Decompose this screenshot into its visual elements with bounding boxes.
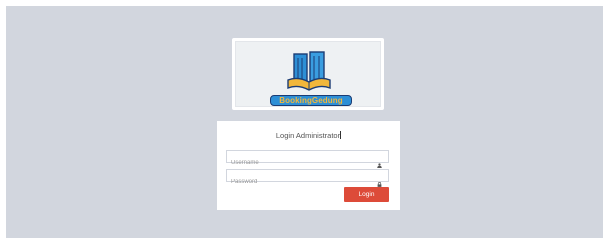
logo-frame: BookingGedung [235, 41, 381, 107]
login-button[interactable]: Login [344, 187, 389, 202]
password-input[interactable] [227, 176, 388, 188]
text-cursor [340, 131, 342, 139]
user-icon [377, 163, 382, 168]
password-field[interactable] [226, 169, 389, 188]
logo-card: BookingGedung [232, 38, 384, 110]
username-field[interactable] [226, 150, 389, 169]
login-title-text: Login Administrator [275, 131, 341, 140]
login-box: Login Administrator Login [217, 121, 400, 210]
username-input[interactable] [227, 157, 388, 169]
login-title: Login Administrator [217, 131, 400, 140]
logo-text: BookingGedung [270, 95, 352, 106]
